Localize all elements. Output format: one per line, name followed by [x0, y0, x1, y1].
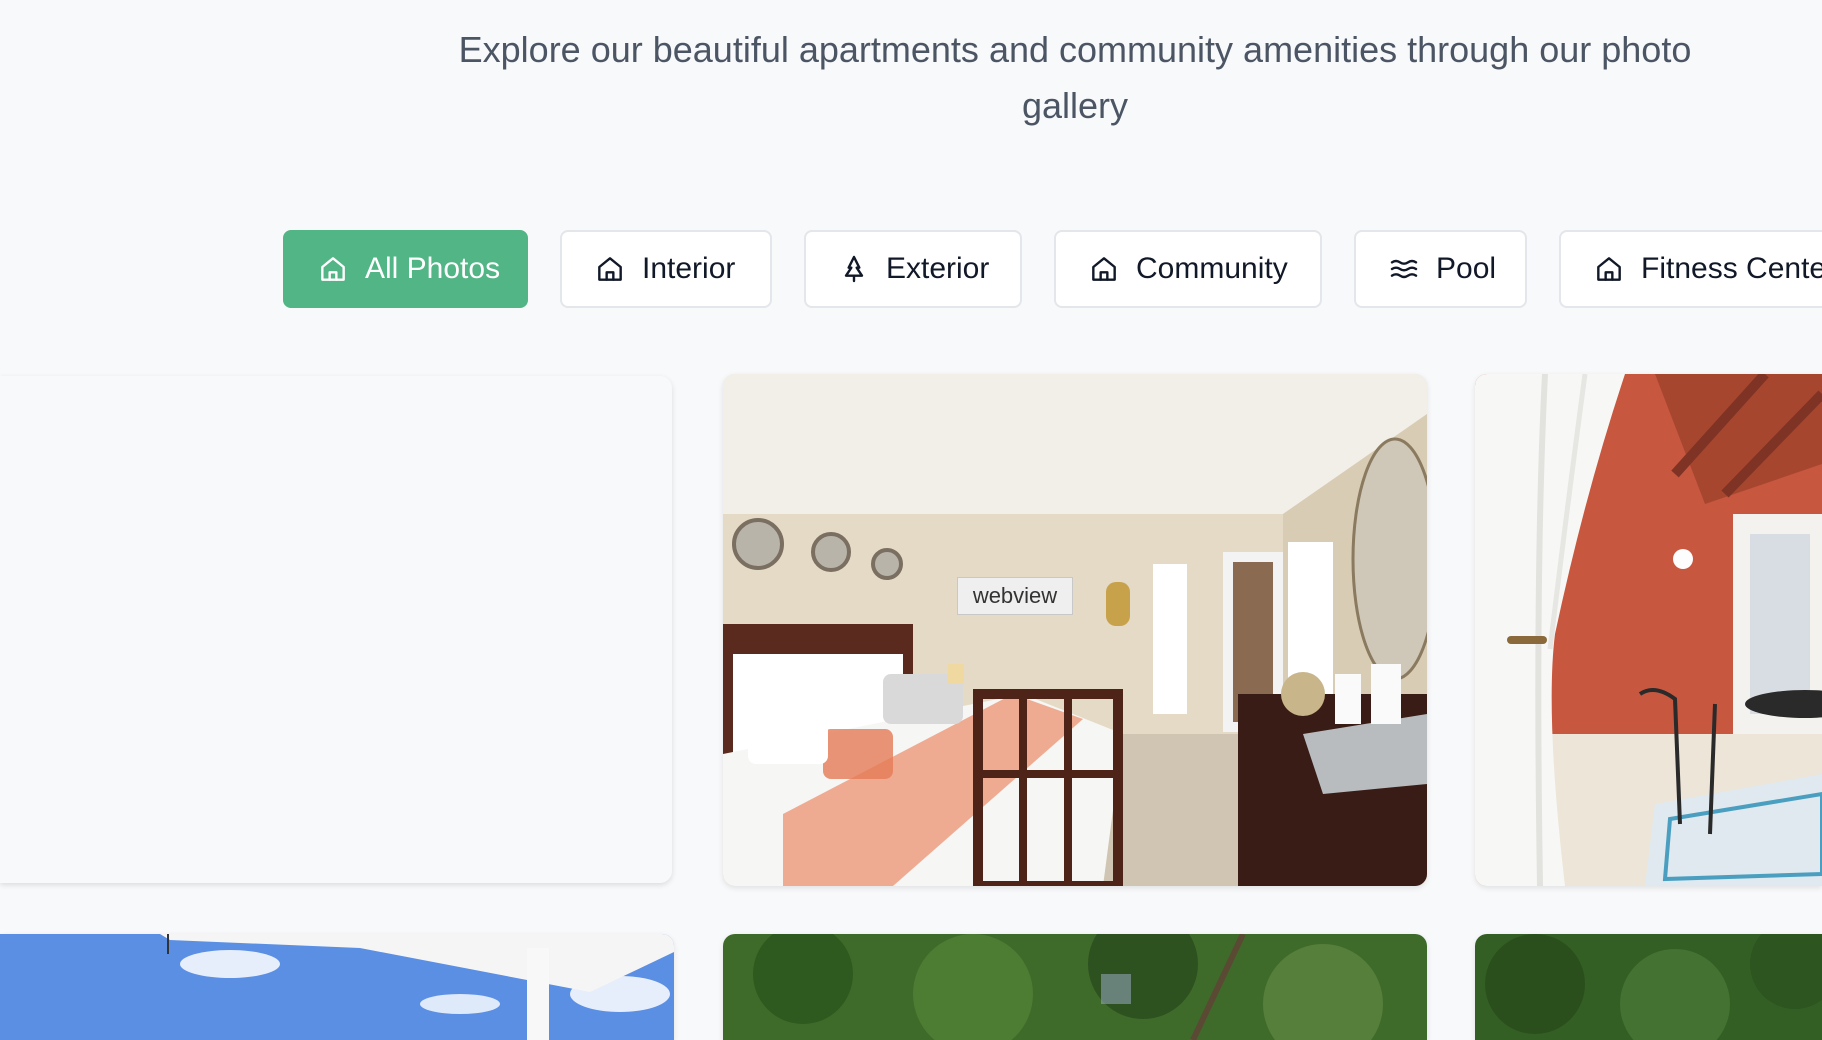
filter-exterior-button[interactable]: Exterior: [804, 230, 1022, 308]
filter-fitness-center-button[interactable]: Fitness Cente: [1559, 230, 1822, 308]
waves-icon: [1388, 253, 1420, 285]
filter-label: All Photos: [365, 252, 501, 285]
tree-icon: [838, 253, 870, 285]
home-icon: [1088, 253, 1120, 285]
filter-label: Fitness Cente: [1641, 252, 1822, 285]
filter-label: Interior: [642, 252, 736, 285]
filter-community-button[interactable]: Community: [1054, 230, 1322, 308]
home-icon: [317, 253, 349, 285]
webview-tooltip: webview: [957, 577, 1073, 615]
home-icon: [1593, 253, 1625, 285]
filter-label: Community: [1136, 252, 1288, 285]
filter-interior-button[interactable]: Interior: [560, 230, 772, 308]
filter-pool-button[interactable]: Pool: [1354, 230, 1527, 308]
gallery-subtitle: Explore our beautiful apartments and com…: [458, 29, 1692, 126]
gallery-photo-patio[interactable]: [1475, 374, 1822, 886]
gallery-photo-placeholder[interactable]: [0, 376, 672, 883]
filter-bar: All Photos Interior Exterior Community P…: [0, 230, 1822, 310]
filter-all-photos-button[interactable]: All Photos: [283, 230, 528, 308]
gallery-photo-pergola-sky[interactable]: [0, 934, 674, 1040]
home-icon: [594, 253, 626, 285]
filter-label: Exterior: [886, 252, 990, 285]
gallery-photo-greenery[interactable]: [1475, 934, 1822, 1040]
gallery-photo-bedroom[interactable]: [723, 374, 1427, 886]
gallery-photo-trees[interactable]: [723, 934, 1427, 1040]
filter-label: Pool: [1436, 252, 1497, 285]
